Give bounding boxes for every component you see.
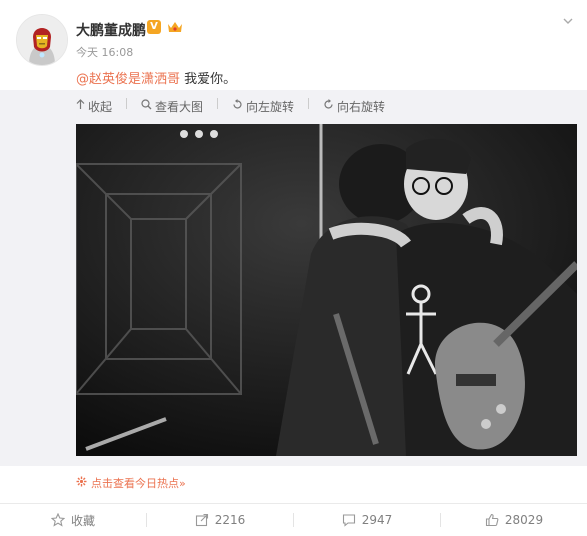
hot-link-label: 点击查看今日热点» [91, 477, 186, 490]
rotate-right-button[interactable]: 向右旋转 [323, 98, 385, 114]
rotate-right-icon [323, 99, 334, 113]
collapse-icon [76, 99, 85, 113]
rotate-left-icon [232, 99, 243, 113]
view-large-button[interactable]: 查看大图 [141, 98, 203, 114]
collapse-label: 收起 [88, 99, 113, 114]
favorite-label: 收藏 [70, 513, 95, 528]
action-bar: 收藏 2216 2947 28029 [0, 503, 587, 536]
mention-link[interactable]: @赵英俊是潇洒哥 [76, 72, 180, 87]
crown-icon[interactable] [166, 19, 184, 35]
post-photo[interactable] [76, 124, 577, 456]
comment-button[interactable]: 2947 [294, 504, 440, 536]
iron-man-avatar [17, 15, 67, 65]
repost-button[interactable]: 2216 [147, 504, 293, 536]
media-panel: 收起 查看大图 向左旋转 向右旋转 [0, 90, 587, 466]
hot-icon [76, 476, 87, 490]
magnify-icon [141, 99, 152, 113]
post-time[interactable]: 今天 16:08 [76, 44, 133, 60]
rotate-left-button[interactable]: 向左旋转 [232, 98, 294, 114]
toolbar-divider [308, 98, 310, 109]
view-large-label: 查看大图 [155, 99, 204, 114]
author-name[interactable]: 大鹏董成鹏 [76, 20, 146, 40]
comment-count: 2947 [361, 513, 393, 527]
concert-photo [76, 124, 577, 456]
repost-icon [195, 513, 208, 527]
post-text: 我爱你。 [180, 72, 237, 87]
verified-icon: V [147, 20, 161, 34]
chevron-down-icon[interactable] [563, 16, 573, 26]
like-icon [485, 513, 499, 527]
comment-icon [342, 514, 355, 527]
star-icon [50, 513, 65, 527]
media-toolbar: 收起 查看大图 向左旋转 向右旋转 [76, 98, 385, 114]
repost-count: 2216 [214, 513, 246, 527]
rotate-left-label: 向左旋转 [246, 99, 295, 114]
like-count: 28029 [504, 513, 544, 527]
author-avatar[interactable] [16, 14, 68, 66]
hot-link[interactable]: 点击查看今日热点» [76, 475, 186, 491]
rotate-right-label: 向右旋转 [337, 99, 386, 114]
collapse-button[interactable]: 收起 [76, 98, 112, 114]
post-content: @赵英俊是潇洒哥 我爱你。 [76, 68, 236, 87]
like-button[interactable]: 28029 [441, 504, 587, 536]
toolbar-divider [217, 98, 219, 109]
favorite-button[interactable]: 收藏 [0, 504, 146, 536]
weibo-post: 大鹏董成鹏 V 今天 16:08 @赵英俊是潇洒哥 我爱你。 收起 查看大图 向… [0, 0, 587, 536]
toolbar-divider [126, 98, 128, 109]
